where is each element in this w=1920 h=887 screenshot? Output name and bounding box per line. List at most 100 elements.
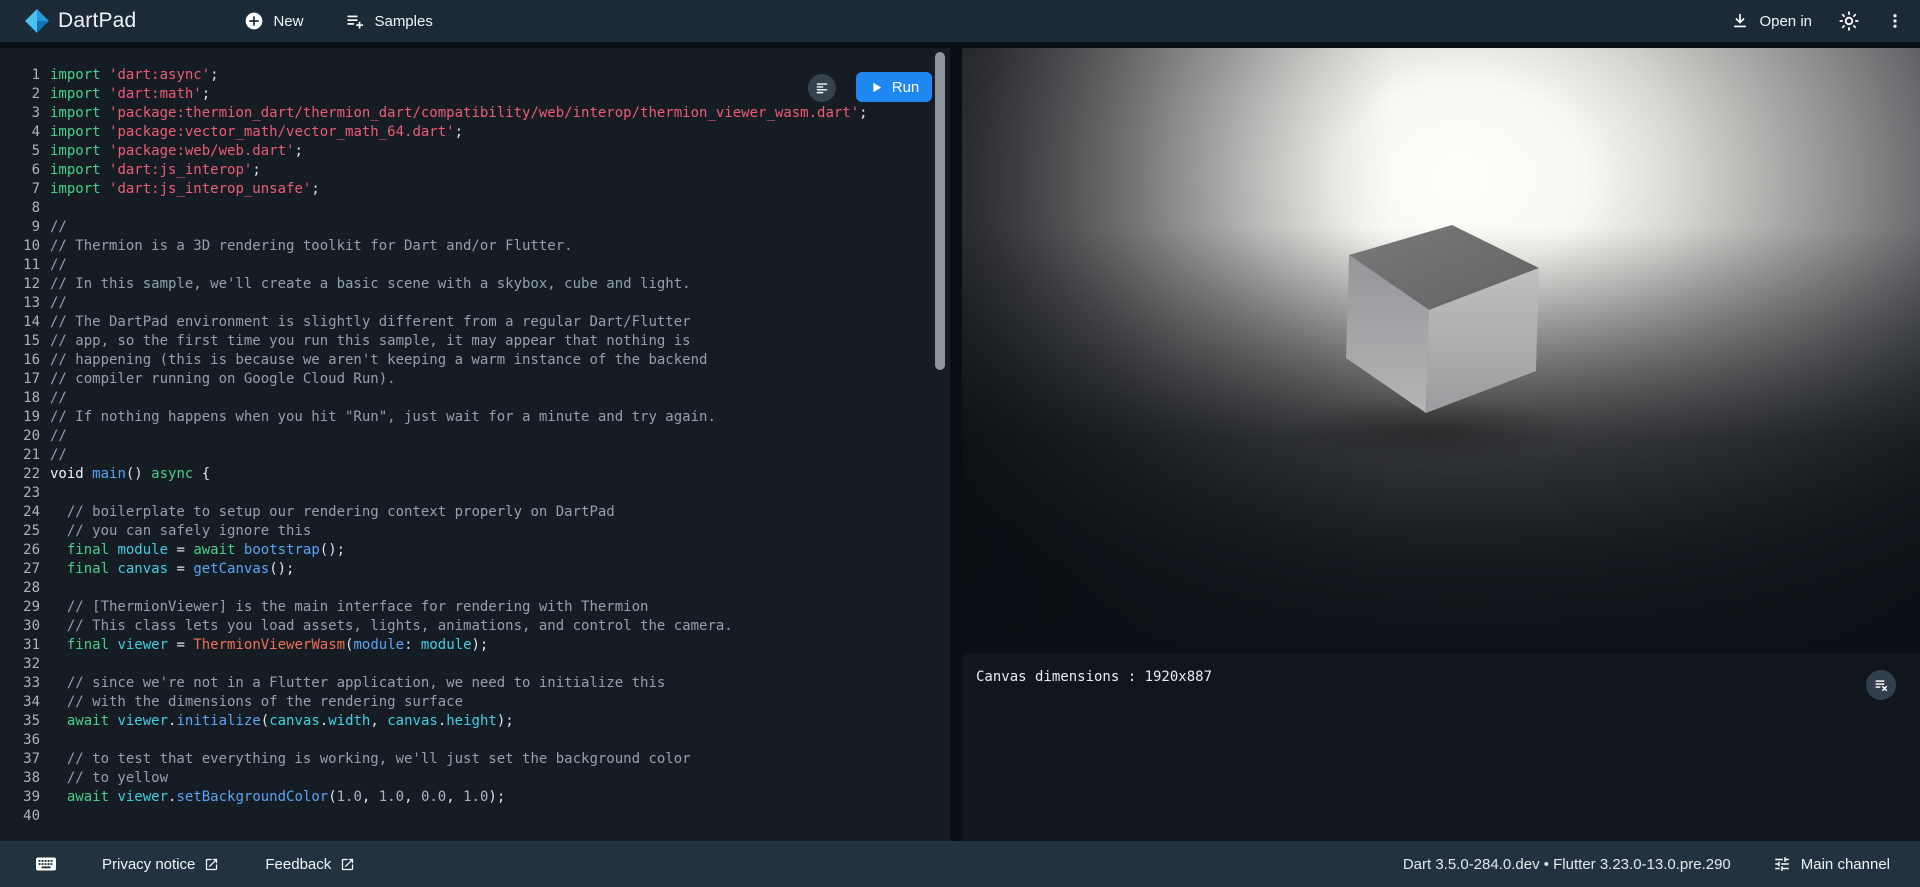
code-text: await viewer.initialize(canvas.width, ca… — [50, 712, 514, 731]
code-text: void main() async { — [50, 465, 210, 484]
line-number: 8 — [0, 199, 40, 218]
code-line[interactable]: 34 // with the dimensions of the renderi… — [0, 693, 950, 712]
code-text: import 'package:web/web.dart'; — [50, 142, 303, 161]
code-line[interactable]: 5import 'package:web/web.dart'; — [0, 142, 950, 161]
brightness-toggle-button[interactable] — [1838, 10, 1860, 32]
keyboard-shortcuts-button[interactable] — [34, 852, 58, 876]
code-line[interactable]: 33 // since we're not in a Flutter appli… — [0, 674, 950, 693]
logo-wrap: DartPad — [24, 8, 136, 34]
render-output-canvas[interactable] — [962, 48, 1920, 647]
tune-icon — [1773, 855, 1791, 873]
line-number: 34 — [0, 693, 40, 712]
code-text: // to yellow — [50, 769, 168, 788]
status-bar: Privacy notice Feedback Dart 3.5.0-284.0… — [0, 841, 1920, 887]
code-line[interactable]: 40 — [0, 807, 950, 826]
code-line[interactable]: 38 // to yellow — [0, 769, 950, 788]
code-text: // [ThermionViewer] is the main interfac… — [50, 598, 648, 617]
line-number: 21 — [0, 446, 40, 465]
code-line[interactable]: 39 await viewer.setBackgroundColor(1.0, … — [0, 788, 950, 807]
code-line[interactable]: 36 — [0, 731, 950, 750]
code-line[interactable]: 35 await viewer.initialize(canvas.width,… — [0, 712, 950, 731]
code-line[interactable]: 3import 'package:thermion_dart/thermion_… — [0, 104, 950, 123]
samples-button-label: Samples — [374, 13, 432, 30]
format-button[interactable] — [808, 74, 836, 102]
code-line[interactable]: 15 // app, so the first time you run this… — [0, 332, 950, 351]
code-line[interactable]: 10// Thermion is a 3D rendering toolkit … — [0, 237, 950, 256]
console-line: Canvas dimensions : 1920x887 — [962, 653, 1920, 685]
code-text: // with the dimensions of the rendering … — [50, 693, 463, 712]
code-text: // since we're not in a Flutter applicat… — [50, 674, 665, 693]
right-panel: Canvas dimensions : 1920x887 — [962, 48, 1920, 841]
code-line[interactable]: 4import 'package:vector_math/vector_math… — [0, 123, 950, 142]
rendered-3d-scene — [962, 48, 1920, 647]
code-text: // — [50, 446, 67, 465]
code-line[interactable]: 7import 'dart:js_interop_unsafe'; — [0, 180, 950, 199]
code-area[interactable]: 1import 'dart:async';2import 'dart:math'… — [0, 48, 950, 826]
code-text: import 'package:thermion_dart/thermion_d… — [50, 104, 868, 123]
line-number: 30 — [0, 617, 40, 636]
line-number: 32 — [0, 655, 40, 674]
code-line[interactable]: 18// — [0, 389, 950, 408]
code-line[interactable]: 22void main() async { — [0, 465, 950, 484]
more-vert-icon — [1886, 10, 1904, 32]
code-line[interactable]: 30 // This class lets you load assets, l… — [0, 617, 950, 636]
code-line[interactable]: 19// If nothing happens when you hit "Ru… — [0, 408, 950, 427]
code-editor[interactable]: 1import 'dart:async';2import 'dart:math'… — [0, 48, 950, 841]
code-line[interactable]: 1import 'dart:async'; — [0, 66, 950, 85]
keyboard-icon — [34, 852, 58, 876]
code-line[interactable]: 28 — [0, 579, 950, 598]
code-line[interactable]: 23 — [0, 484, 950, 503]
code-line[interactable]: 14// The DartPad environment is slightly… — [0, 313, 950, 332]
line-number: 16 — [0, 351, 40, 370]
code-text: // In this sample, we'll create a basic … — [50, 275, 691, 294]
code-line[interactable]: 31 final viewer = ThermionViewerWasm(mod… — [0, 636, 950, 655]
code-line[interactable]: 9// — [0, 218, 950, 237]
new-button[interactable]: New — [244, 11, 303, 31]
external-link-icon — [340, 857, 355, 872]
clear-console-button[interactable] — [1866, 670, 1896, 700]
run-button-label: Run — [892, 79, 920, 96]
code-line[interactable]: 12// In this sample, we'll create a basi… — [0, 275, 950, 294]
line-number: 27 — [0, 560, 40, 579]
open-in-button[interactable]: Open in — [1730, 11, 1812, 31]
code-text: final module = await bootstrap(); — [50, 541, 345, 560]
code-text: import 'dart:js_interop'; — [50, 161, 261, 180]
console-output[interactable]: Canvas dimensions : 1920x887 — [962, 653, 1920, 841]
code-line[interactable]: 29 // [ThermionViewer] is the main inter… — [0, 598, 950, 617]
code-text: // app, so the first time you run this s… — [50, 332, 691, 351]
samples-button[interactable]: Samples — [345, 11, 432, 31]
code-line[interactable]: 21 // — [0, 446, 950, 465]
code-line[interactable]: 26 final module = await bootstrap(); — [0, 541, 950, 560]
code-line[interactable]: 32 — [0, 655, 950, 674]
code-line[interactable]: 11// — [0, 256, 950, 275]
code-line[interactable]: 27 final canvas = getCanvas(); — [0, 560, 950, 579]
run-button[interactable]: Run — [856, 72, 932, 102]
external-link-icon — [204, 857, 219, 872]
editor-scrollbar[interactable] — [935, 48, 950, 841]
channel-selector[interactable]: Main channel — [1773, 855, 1890, 873]
line-number: 26 — [0, 541, 40, 560]
code-line[interactable]: 25 // you can safely ignore this — [0, 522, 950, 541]
code-line[interactable]: 13// — [0, 294, 950, 313]
code-line[interactable]: 8 — [0, 199, 950, 218]
code-line[interactable]: 37 // to test that everything is working… — [0, 750, 950, 769]
code-text: // — [50, 427, 67, 446]
code-text: // The DartPad environment is slightly d… — [50, 313, 691, 332]
play-icon — [869, 80, 884, 95]
overflow-menu-button[interactable] — [1886, 10, 1904, 32]
code-line[interactable]: 20// — [0, 427, 950, 446]
code-line[interactable]: 16// happening (this is because we aren'… — [0, 351, 950, 370]
code-line[interactable]: 24 // boilerplate to setup our rendering… — [0, 503, 950, 522]
line-number: 33 — [0, 674, 40, 693]
privacy-notice-link[interactable]: Privacy notice — [102, 856, 219, 873]
code-line[interactable]: 6import 'dart:js_interop'; — [0, 161, 950, 180]
add-icon — [244, 11, 264, 31]
privacy-notice-label: Privacy notice — [102, 856, 195, 873]
editor-scrollbar-thumb[interactable] — [935, 52, 945, 370]
code-text: // compiler running on Google Cloud Run)… — [50, 370, 396, 389]
code-line[interactable]: 17// compiler running on Google Cloud Ru… — [0, 370, 950, 389]
code-text: // Thermion is a 3D rendering toolkit fo… — [50, 237, 573, 256]
feedback-link[interactable]: Feedback — [265, 856, 355, 873]
line-number: 15 — [0, 332, 40, 351]
header-right-group: Open in — [1730, 10, 1904, 32]
